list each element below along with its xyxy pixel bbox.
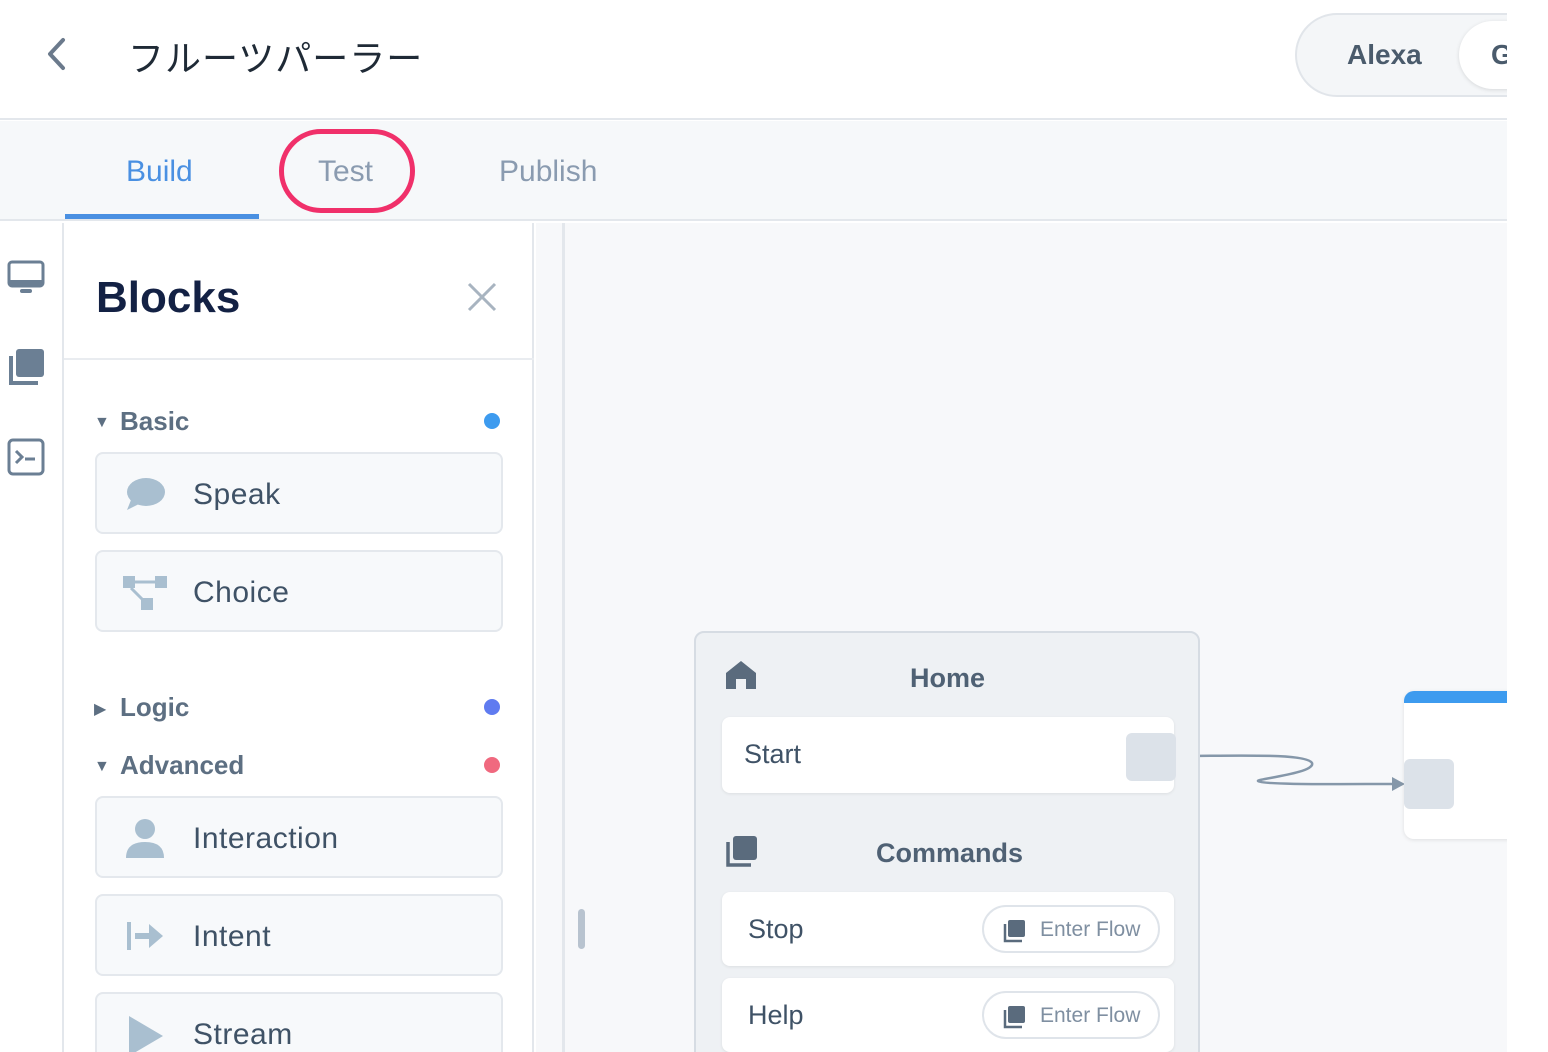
block-choice[interactable]: Choice [95, 550, 503, 632]
commands-title: Commands [876, 838, 1024, 868]
help-enter-flow-label: Enter Flow [1040, 1004, 1141, 1027]
basic-color-dot [484, 413, 500, 429]
logic-color-dot [484, 699, 500, 715]
stop-enter-flow-button[interactable]: Enter Flow [982, 905, 1160, 953]
block-interaction[interactable]: Interaction [95, 796, 503, 878]
caret-down-icon: ▼ [94, 414, 110, 432]
back-button[interactable] [38, 34, 78, 74]
block-interaction-label: Interaction [193, 822, 339, 855]
block-stream[interactable]: Stream [95, 992, 503, 1052]
left-rail [0, 223, 64, 1052]
flow-canvas[interactable]: Home Start Commands Stop Enter Flow Help… [536, 223, 1507, 1052]
blocks-panel: Blocks ▼ Basic Speak Choice ▶ Logic ▼ Ad… [64, 223, 534, 1052]
close-icon [467, 282, 497, 312]
play-icon [129, 1016, 163, 1052]
tab-build[interactable]: Build [126, 155, 193, 189]
panel-resize-handle[interactable] [578, 909, 585, 949]
canvas-divider [562, 223, 565, 1052]
flows-icon[interactable] [6, 347, 46, 387]
section-advanced[interactable]: ▼ Advanced [94, 750, 244, 781]
flows-icon [726, 836, 757, 867]
block-stream-label: Stream [193, 1018, 293, 1051]
command-stop[interactable]: Stop Enter Flow [722, 892, 1174, 966]
project-title: フルーツパーラー [128, 38, 424, 79]
section-advanced-label: Advanced [120, 750, 245, 780]
section-basic-label: Basic [120, 406, 190, 436]
terminal-icon[interactable] [6, 437, 46, 477]
platform-toggle[interactable]: Alexa G [1295, 13, 1507, 97]
advanced-color-dot [484, 757, 500, 773]
section-logic[interactable]: ▶ Logic [94, 692, 189, 723]
start-step[interactable]: Start [722, 717, 1176, 793]
next-block-input-port[interactable] [1404, 759, 1454, 809]
next-block-node[interactable] [1404, 691, 1507, 839]
stop-enter-flow-label: Enter Flow [1040, 918, 1141, 941]
flows-icon [1003, 1006, 1025, 1029]
home-icon [726, 661, 756, 689]
monitor-icon[interactable] [6, 259, 46, 299]
home-node[interactable]: Home Start Commands Stop Enter Flow Help… [694, 631, 1200, 1052]
section-logic-label: Logic [120, 692, 190, 722]
test-tab-highlight-ring [279, 129, 415, 213]
blocks-panel-header: Blocks [64, 223, 534, 360]
app-window: フルーツパーラー Alexa G Build Test Publish Bloc… [0, 0, 1507, 1052]
start-step-label: Start [744, 739, 802, 769]
help-enter-flow-button[interactable]: Enter Flow [982, 991, 1160, 1039]
block-speak-label: Speak [193, 478, 281, 511]
speech-bubble-icon [127, 478, 165, 510]
active-tab-indicator [65, 214, 259, 219]
page: フルーツパーラー Alexa G Build Test Publish Bloc… [0, 0, 1548, 1052]
user-icon [126, 819, 164, 858]
tab-publish[interactable]: Publish [499, 155, 597, 189]
caret-down-icon: ▼ [94, 758, 110, 776]
section-basic[interactable]: ▼ Basic [94, 406, 189, 437]
chevron-left-icon [48, 38, 65, 70]
flows-icon [1003, 920, 1025, 943]
block-intent[interactable]: Intent [95, 894, 503, 976]
intent-arrow-icon [127, 922, 163, 950]
platform-google-option[interactable]: G [1459, 21, 1507, 89]
block-speak[interactable]: Speak [95, 452, 503, 534]
close-panel-button[interactable] [464, 279, 500, 315]
command-stop-label: Stop [748, 914, 804, 944]
choice-branch-icon [123, 576, 167, 610]
command-help-label: Help [748, 1000, 804, 1030]
block-intent-label: Intent [193, 920, 272, 953]
top-header: フルーツパーラー Alexa G [0, 0, 1507, 120]
platform-alexa-option[interactable]: Alexa [1347, 39, 1422, 71]
tab-bar: Build Test Publish [0, 121, 1507, 221]
command-help[interactable]: Help Enter Flow [722, 978, 1174, 1052]
start-output-port[interactable] [1126, 733, 1176, 781]
home-node-title: Home [910, 663, 986, 693]
block-choice-label: Choice [193, 576, 290, 609]
caret-right-icon: ▶ [94, 701, 107, 719]
blocks-panel-title: Blocks [96, 273, 241, 322]
